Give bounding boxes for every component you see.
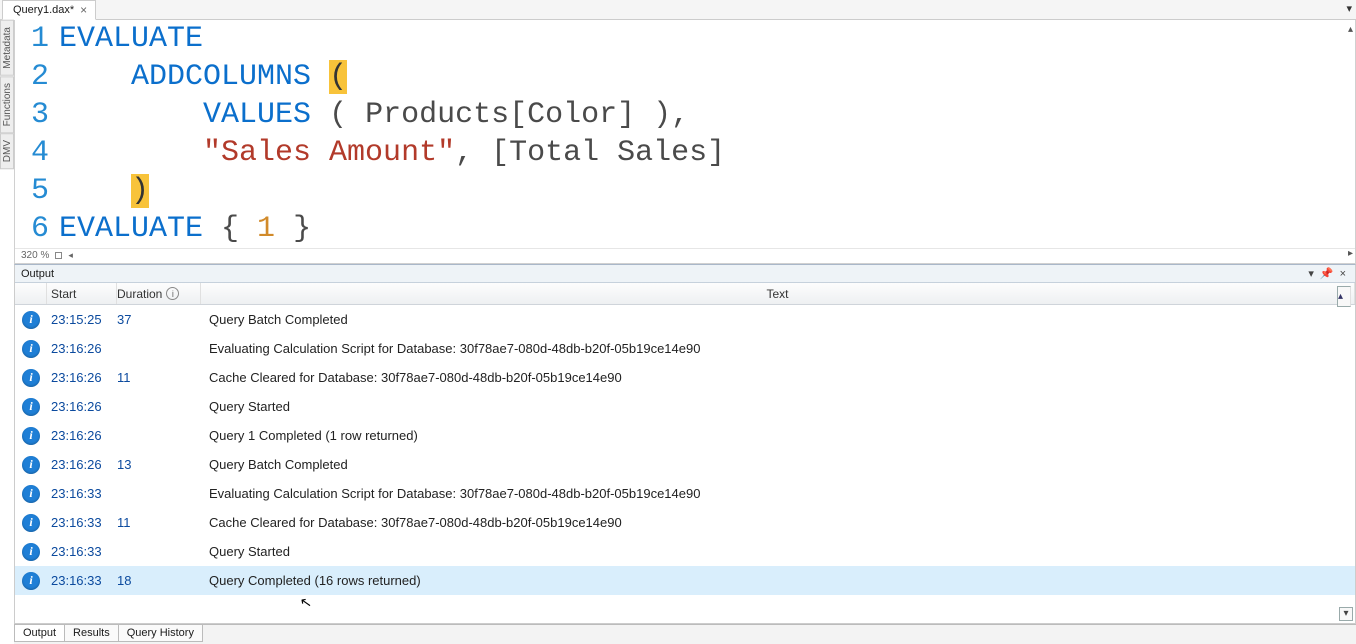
- code-line[interactable]: EVALUATE: [59, 20, 1345, 58]
- scroll-up-icon[interactable]: ▴: [1348, 24, 1353, 35]
- output-panel: Output ▾ 📌 × Start Durationi Text ▴ i 23:…: [14, 264, 1356, 624]
- output-cell-text: Query Batch Completed: [201, 312, 1355, 327]
- output-cell-start: 23:16:33: [47, 573, 117, 588]
- info-icon: i: [22, 543, 40, 561]
- col-header-start[interactable]: Start: [47, 283, 117, 304]
- output-cell-start: 23:16:26: [47, 428, 117, 443]
- output-grid-header: Start Durationi Text ▴: [15, 283, 1355, 305]
- info-icon: i: [22, 514, 40, 532]
- output-cell-duration: 37: [117, 312, 201, 327]
- side-tab-strip: MetadataFunctionsDMV: [0, 20, 14, 169]
- info-icon: i: [22, 398, 40, 416]
- code-editor[interactable]: 123456 EVALUATE ADDCOLUMNS ( VALUES ( Pr…: [15, 20, 1355, 248]
- code-line[interactable]: "Sales Amount", [Total Sales]: [59, 134, 1345, 172]
- output-cell-text: Evaluating Calculation Script for Databa…: [201, 341, 1355, 356]
- output-cell-duration: 13: [117, 457, 201, 472]
- output-row[interactable]: i 23:16:3318Query Completed (16 rows retu…: [15, 566, 1355, 595]
- output-cell-duration: 11: [117, 370, 201, 385]
- window-menu-icon[interactable]: ▾: [1346, 2, 1352, 15]
- col-header-icon[interactable]: [15, 283, 47, 304]
- scroll-right-icon[interactable]: ▸: [1348, 248, 1353, 259]
- output-row[interactable]: i 23:16:33 Evaluating Calculation Script f…: [15, 479, 1355, 508]
- line-number: 3: [19, 96, 49, 134]
- output-cell-text: Query Started: [201, 544, 1355, 559]
- panel-close-icon[interactable]: ×: [1337, 268, 1349, 280]
- info-icon: i: [22, 485, 40, 503]
- side-tab-dmv[interactable]: DMV: [0, 133, 14, 169]
- side-tab-functions[interactable]: Functions: [0, 76, 14, 133]
- editor-status-bar: 320 % ◂: [15, 248, 1355, 263]
- output-row[interactable]: i 23:16:2613Query Batch Completed: [15, 450, 1355, 479]
- code-line[interactable]: ADDCOLUMNS (: [59, 58, 1345, 96]
- chevron-left-icon[interactable]: ◂: [68, 250, 73, 261]
- info-icon: i: [22, 340, 40, 358]
- output-cell-duration: 18: [117, 573, 201, 588]
- output-cell-text: Query 1 Completed (1 row returned): [201, 428, 1355, 443]
- output-row[interactable]: i 23:16:26 Query Started: [15, 392, 1355, 421]
- info-icon: i: [22, 427, 40, 445]
- file-tab-label: Query1.dax*: [13, 4, 74, 16]
- line-number-gutter: 123456: [15, 20, 59, 248]
- line-number: 2: [19, 58, 49, 96]
- output-cell-start: 23:16:33: [47, 486, 117, 501]
- scroll-top-icon[interactable]: ▴: [1337, 286, 1351, 307]
- output-cell-start: 23:15:25: [47, 312, 117, 327]
- output-cell-text: Query Batch Completed: [201, 457, 1355, 472]
- panel-dropdown-icon[interactable]: ▾: [1305, 267, 1317, 280]
- output-cell-start: 23:16:26: [47, 399, 117, 414]
- zoom-handle-icon[interactable]: [55, 252, 62, 259]
- output-cell-duration: 11: [117, 515, 201, 530]
- col-header-duration[interactable]: Durationi: [117, 283, 201, 304]
- code-line[interactable]: EVALUATE { 1 }: [59, 210, 1345, 248]
- output-cell-text: Cache Cleared for Database: 30f78ae7-080…: [201, 515, 1355, 530]
- output-grid-rows[interactable]: i23:15:2537Query Batch Completedi23:16:2…: [15, 305, 1355, 623]
- scroll-bottom-icon[interactable]: ▾: [1339, 607, 1353, 621]
- panel-pin-icon[interactable]: 📌: [1317, 267, 1337, 280]
- zoom-label: 320 %: [21, 250, 49, 261]
- editor-pane: ▴ 123456 EVALUATE ADDCOLUMNS ( VALUES ( …: [14, 20, 1356, 264]
- side-tab-metadata[interactable]: Metadata: [0, 20, 14, 76]
- output-cell-start: 23:16:33: [47, 515, 117, 530]
- line-number: 4: [19, 134, 49, 172]
- output-row[interactable]: i 23:16:2611Cache Cleared for Database: 3…: [15, 363, 1355, 392]
- file-tab[interactable]: Query1.dax* ×: [2, 0, 96, 20]
- output-cell-start: 23:16:26: [47, 370, 117, 385]
- bottom-tab-strip: OutputResultsQuery History: [14, 624, 1356, 644]
- output-panel-title: Output: [21, 268, 54, 280]
- output-panel-title-bar: Output ▾ 📌 ×: [15, 265, 1355, 283]
- line-number: 1: [19, 20, 49, 58]
- output-cell-text: Cache Cleared for Database: 30f78ae7-080…: [201, 370, 1355, 385]
- info-icon: i: [22, 311, 40, 329]
- output-cell-start: 23:16:33: [47, 544, 117, 559]
- output-row[interactable]: i 23:16:3311Cache Cleared for Database: 3…: [15, 508, 1355, 537]
- line-number: 5: [19, 172, 49, 210]
- line-number: 6: [19, 210, 49, 248]
- bottom-tab-output[interactable]: Output: [14, 625, 65, 642]
- file-tab-strip: Query1.dax* ×: [0, 0, 1356, 20]
- output-row[interactable]: i 23:16:26 Query 1 Completed (1 row return…: [15, 421, 1355, 450]
- output-row[interactable]: i 23:16:33 Query Started: [15, 537, 1355, 566]
- info-icon: i: [22, 572, 40, 590]
- close-icon[interactable]: ×: [80, 4, 87, 16]
- output-row[interactable]: i 23:16:26 Evaluating Calculation Script f…: [15, 334, 1355, 363]
- code-line[interactable]: ): [59, 172, 1345, 210]
- output-cell-text: Evaluating Calculation Script for Databa…: [201, 486, 1355, 501]
- output-row[interactable]: i 23:15:2537Query Batch Completed: [15, 305, 1355, 334]
- bottom-tab-query-history[interactable]: Query History: [118, 625, 203, 642]
- output-cell-start: 23:16:26: [47, 341, 117, 356]
- bottom-tab-results[interactable]: Results: [64, 625, 119, 642]
- info-icon: i: [22, 369, 40, 387]
- output-cell-text: Query Completed (16 rows returned): [201, 573, 1355, 588]
- info-icon: i: [22, 456, 40, 474]
- info-icon: i: [166, 287, 179, 300]
- code-content[interactable]: EVALUATE ADDCOLUMNS ( VALUES ( Products[…: [59, 20, 1355, 248]
- col-header-text[interactable]: Text: [201, 283, 1355, 304]
- output-cell-text: Query Started: [201, 399, 1355, 414]
- code-line[interactable]: VALUES ( Products[Color] ),: [59, 96, 1345, 134]
- output-cell-start: 23:16:26: [47, 457, 117, 472]
